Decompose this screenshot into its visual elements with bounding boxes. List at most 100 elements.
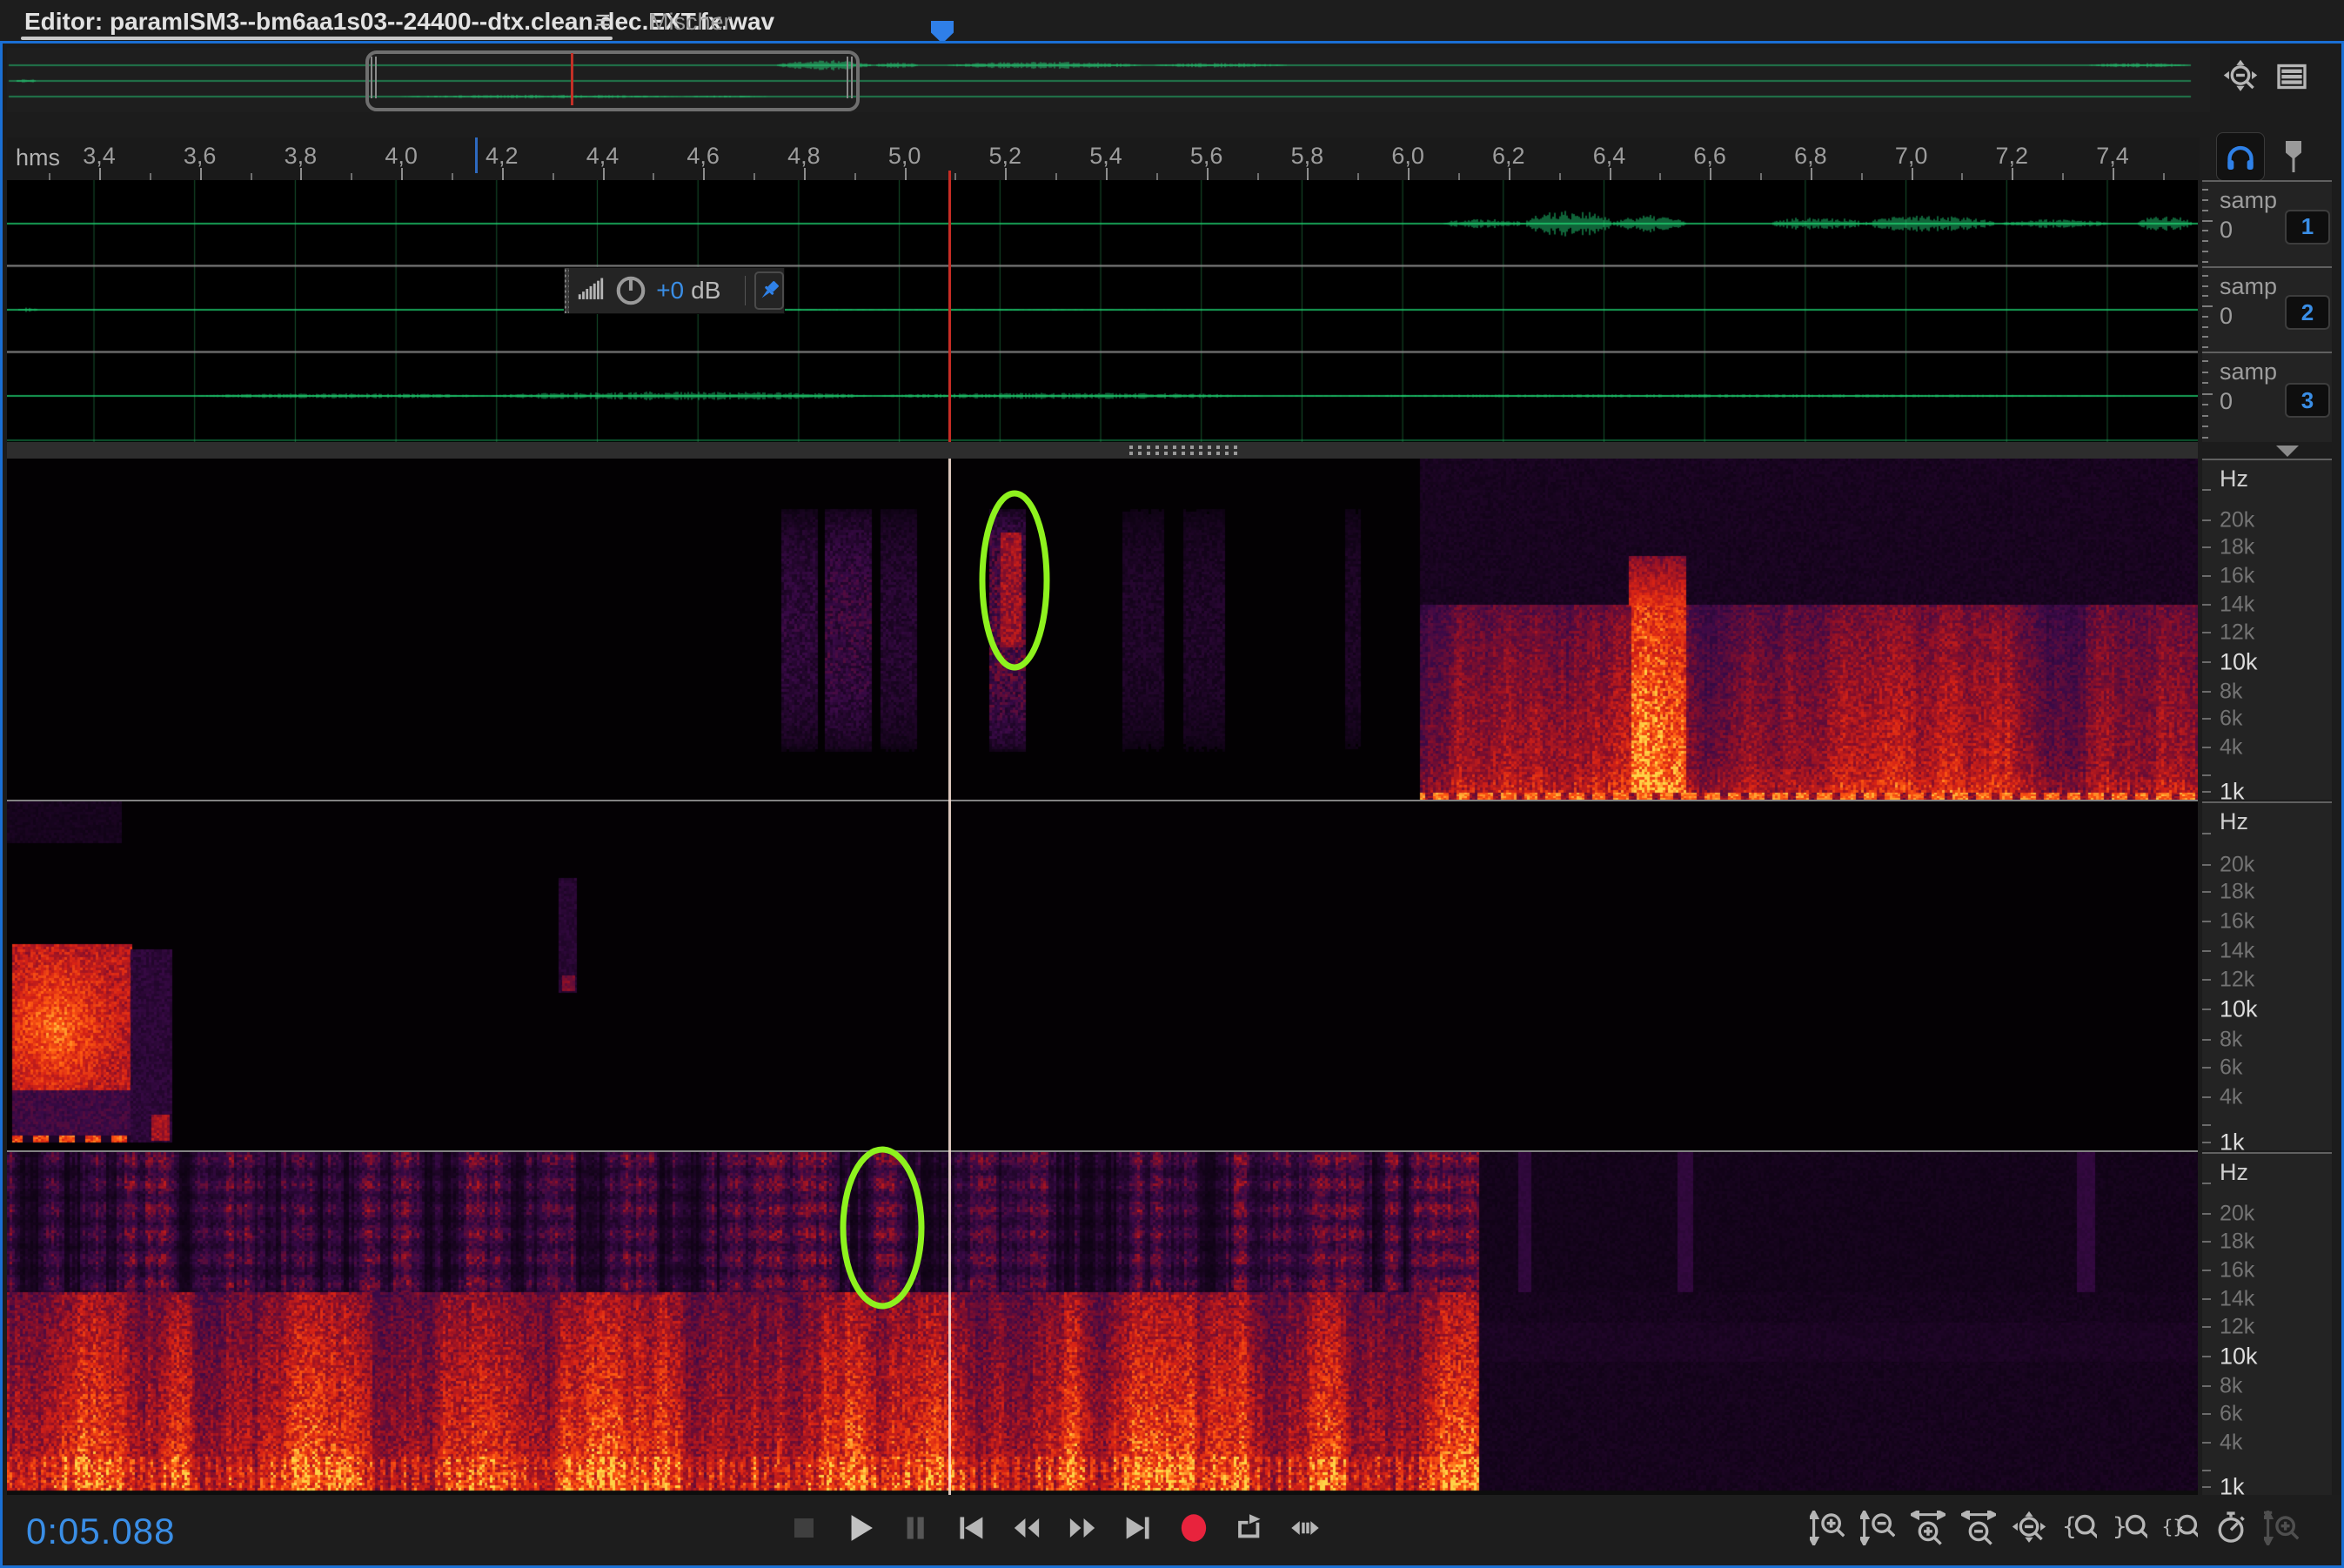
zoom-out-horizontal-button[interactable] — [1959, 1509, 1998, 1547]
amplitude-tick — [2202, 210, 2208, 211]
ruler-tick-label: 6,6 — [1693, 143, 1726, 170]
freq-tick — [2202, 1298, 2211, 1300]
ruler-subtick — [49, 173, 50, 180]
skip-to-end-button[interactable] — [1117, 1507, 1159, 1549]
timeline-ruler[interactable]: hms 3,43,63,84,04,24,44,64,85,05,25,45,6… — [7, 137, 2200, 180]
collapse-tracks-icon[interactable] — [2276, 446, 2299, 457]
ruler-subtick — [452, 173, 453, 180]
track-type-label: samp — [2220, 273, 2277, 300]
ruler-tick-label: 7,2 — [1996, 143, 2029, 170]
overview-playhead — [571, 53, 573, 105]
ruler-tick-label: 5,6 — [1190, 143, 1223, 170]
status-bar: 0:05.088 { } {} — [0, 1495, 2344, 1568]
freq-label: 16k — [2220, 1257, 2254, 1283]
zoom-out-full-button[interactable] — [2010, 1509, 2048, 1547]
freq-tick — [2202, 774, 2211, 776]
zoom-in-vertical-button[interactable] — [1808, 1509, 1846, 1547]
ruler-tick — [2113, 168, 2114, 180]
overview-strip[interactable] — [7, 48, 2210, 112]
ruler-tick — [1610, 168, 1611, 180]
zoom-to-selection-button[interactable]: {} — [2161, 1509, 2200, 1547]
ruler-subtick — [2163, 173, 2165, 180]
rewind-button[interactable] — [1006, 1507, 1048, 1549]
hud-pin-button[interactable] — [754, 271, 784, 310]
freq-label: 20k — [2220, 508, 2254, 533]
freq-tick — [2202, 1413, 2211, 1415]
channel-button-2[interactable]: 2 — [2285, 295, 2330, 330]
panel-menu-icon[interactable]: ≡ — [595, 6, 611, 36]
track-type-label: samp — [2220, 358, 2277, 385]
spectrogram-channel-2[interactable] — [7, 801, 2198, 1150]
zoom-vertical-disabled-button[interactable] — [2262, 1509, 2300, 1547]
track-header-1[interactable]: samp 0 1 — [2202, 180, 2332, 266]
skip-selection-button[interactable] — [1284, 1507, 1326, 1549]
track-list-icon[interactable] — [2273, 57, 2311, 96]
zoom-out-vertical-button[interactable] — [1858, 1509, 1897, 1547]
gain-hud[interactable]: +0 dB — [564, 267, 785, 314]
freq-tick — [2202, 1142, 2211, 1143]
zoom-in-horizontal-button[interactable] — [1909, 1509, 1947, 1547]
freq-label: 4k — [2220, 1430, 2242, 1455]
freq-tick — [2202, 632, 2211, 633]
skip-to-start-button[interactable] — [950, 1507, 992, 1549]
ruler-tick-label: 7,0 — [1895, 143, 1928, 170]
gain-value[interactable]: +0 — [656, 277, 684, 305]
overview-viewport[interactable] — [365, 50, 860, 111]
ruler-tick — [1509, 168, 1510, 180]
waveform-display[interactable] — [7, 180, 2198, 442]
freq-tick — [2202, 519, 2211, 521]
viewport-right-handle[interactable] — [847, 57, 854, 98]
wave-spectral-splitter[interactable] — [7, 442, 2198, 459]
track-value-label: 0 — [2220, 388, 2233, 415]
time-display[interactable]: 0:05.088 — [26, 1511, 176, 1552]
viewport-left-handle[interactable] — [371, 57, 378, 98]
tab-mixer[interactable]: Mischer — [649, 9, 732, 36]
ruler-tick-label: 6,4 — [1593, 143, 1626, 170]
freq-scale-panel-2: Hz20k18k16k14k12k10k8k6k4k1k — [2202, 801, 2332, 1150]
timer-button[interactable] — [2212, 1509, 2250, 1547]
freq-tick — [2202, 921, 2211, 922]
amplitude-tick — [2202, 426, 2208, 427]
ruler-tick-label: 3,6 — [184, 143, 217, 170]
amplitude-tick — [2202, 305, 2213, 307]
spectrogram-channel-3[interactable] — [7, 1152, 2198, 1495]
zoom-toolbar: { } {} — [1808, 1509, 2300, 1547]
active-tab-underline — [21, 37, 613, 40]
marker-pin-icon[interactable] — [2274, 135, 2314, 178]
play-button[interactable] — [839, 1507, 881, 1549]
channel-button-3[interactable]: 3 — [2285, 383, 2330, 418]
freq-label: 6k — [2220, 707, 2242, 732]
ruler-subtick — [1156, 173, 1158, 180]
ruler-tick — [2012, 168, 2013, 180]
freq-label: 14k — [2220, 1286, 2254, 1311]
ruler-tick-label: 4,4 — [586, 143, 619, 170]
pause-button[interactable] — [894, 1507, 936, 1549]
ruler-tick — [1106, 168, 1108, 180]
freq-label: 18k — [2220, 1229, 2254, 1254]
svg-text:{: { — [2062, 1512, 2077, 1541]
zoom-in-at-out-point-button[interactable]: } — [2111, 1509, 2149, 1547]
freq-tick — [2202, 691, 2211, 693]
gain-knob-icon[interactable] — [614, 274, 647, 307]
ruler-tick — [1408, 168, 1410, 180]
ruler-subtick — [1659, 173, 1661, 180]
fast-forward-button[interactable] — [1061, 1507, 1103, 1549]
zoom-in-at-in-point-button[interactable]: { — [2060, 1509, 2099, 1547]
track-header-2[interactable]: samp 0 2 — [2202, 266, 2332, 352]
track-header-3[interactable]: samp 0 3 — [2202, 352, 2332, 442]
splitter-grip — [1129, 446, 1242, 449]
record-button[interactable] — [1173, 1507, 1215, 1549]
amplitude-tick — [2202, 261, 2208, 263]
loop-playback-button[interactable] — [1229, 1507, 1270, 1549]
channel-button-1[interactable]: 1 — [2285, 210, 2330, 245]
ruler-tick — [804, 168, 806, 180]
zoom-out-full-button[interactable] — [2220, 56, 2261, 97]
stop-button[interactable] — [783, 1507, 825, 1549]
amplitude-tick — [2202, 220, 2213, 222]
spectrogram-channel-1[interactable] — [7, 459, 2198, 800]
ruler-unit-label: hms — [16, 144, 60, 171]
ruler-tick-label: 4,6 — [686, 143, 720, 170]
monitor-headphones-button[interactable] — [2216, 132, 2265, 181]
hud-drag-handle[interactable] — [565, 268, 569, 313]
freq-label: 8k — [2220, 680, 2242, 705]
